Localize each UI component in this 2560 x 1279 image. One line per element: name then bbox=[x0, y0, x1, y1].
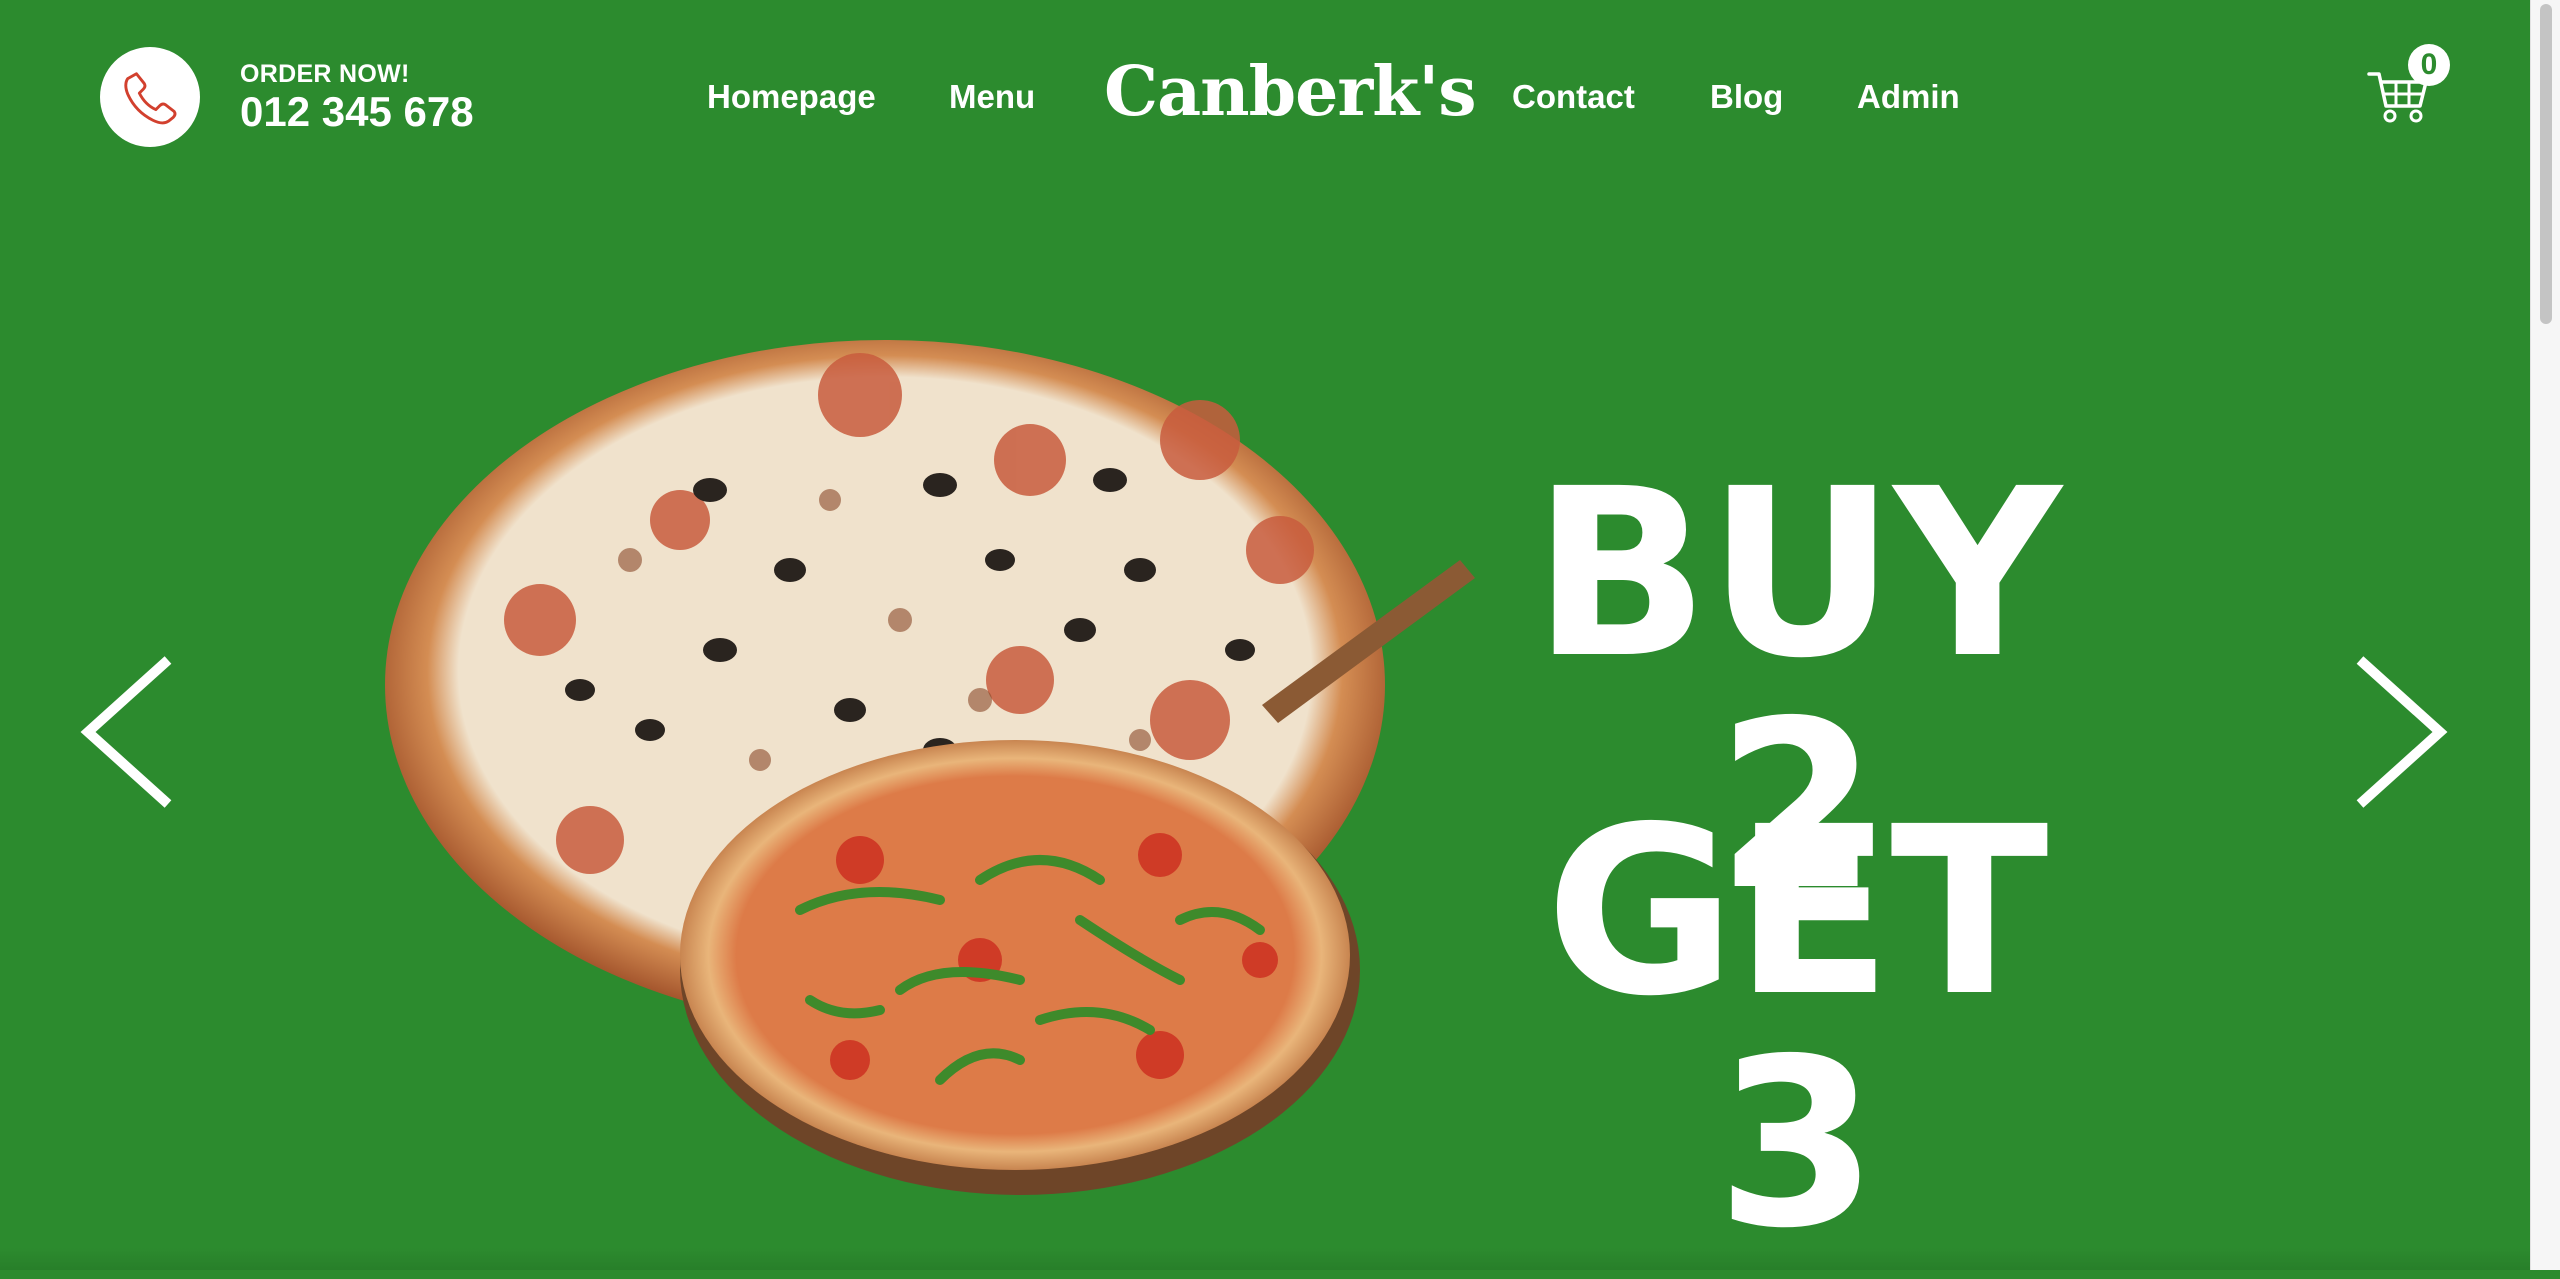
chevron-left-icon[interactable] bbox=[78, 652, 178, 812]
chevron-right-icon[interactable] bbox=[2350, 652, 2450, 812]
page: ORDER NOW! 012 345 678 Homepage Menu Can… bbox=[0, 0, 2530, 1270]
order-now-label: ORDER NOW! bbox=[240, 60, 410, 88]
section-divider bbox=[0, 1248, 2530, 1270]
nav-homepage[interactable]: Homepage bbox=[707, 78, 876, 116]
nav-contact[interactable]: Contact bbox=[1512, 78, 1635, 116]
phone-icon bbox=[124, 72, 177, 125]
order-phone-number: 012 345 678 bbox=[240, 88, 474, 135]
scrollbar-thumb[interactable] bbox=[2540, 4, 2552, 324]
pizza-image bbox=[385, 340, 1475, 1195]
cart-count-badge: 0 bbox=[2408, 44, 2450, 86]
nav-blog[interactable]: Blog bbox=[1710, 78, 1783, 116]
nav-admin[interactable]: Admin bbox=[1857, 78, 1960, 116]
promo-headline-line2: GET 3 bbox=[1545, 777, 2048, 1279]
phone-button[interactable] bbox=[100, 47, 200, 147]
page-scrollbar[interactable] bbox=[2530, 0, 2560, 1270]
nav-menu[interactable]: Menu bbox=[949, 78, 1035, 116]
site-logo[interactable]: Canberk's bbox=[1104, 52, 1476, 132]
